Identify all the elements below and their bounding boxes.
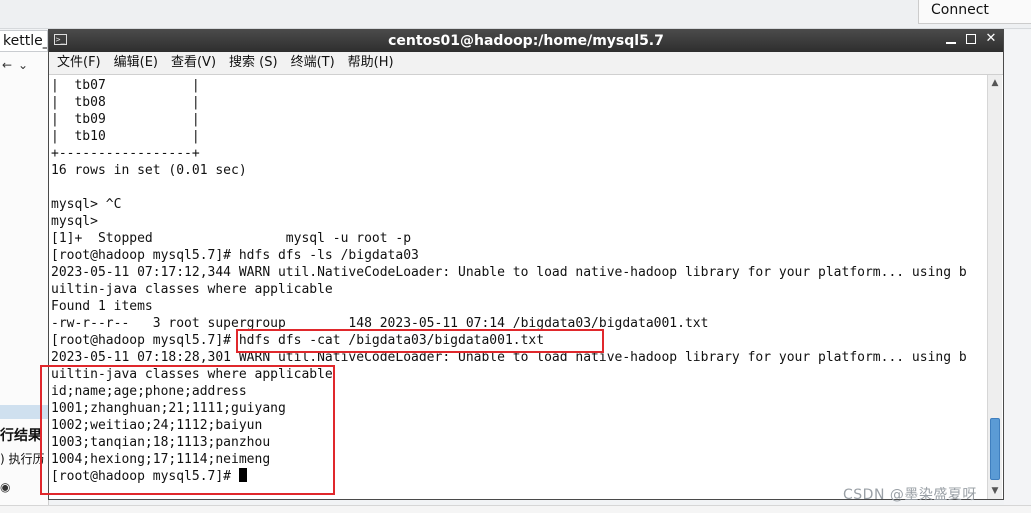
window-controls: ✕ xyxy=(945,32,997,46)
menu-search[interactable]: 搜索 (S) xyxy=(224,52,283,74)
terminal-line: id;name;age;phone;address xyxy=(51,384,247,399)
maximize-icon[interactable] xyxy=(965,32,977,46)
background-tab-kettle[interactable]: kettle_ xyxy=(0,30,48,52)
terminal-line: 2023-05-11 07:18:28,301 WARN util.Native… xyxy=(51,350,967,365)
terminal-line: [1]+ Stopped mysql -u root -p xyxy=(51,231,412,246)
terminal-line: mysql> xyxy=(51,214,98,229)
terminal-scrollbar[interactable]: ▲ ▼ xyxy=(987,75,1002,499)
terminal-line: Found 1 items xyxy=(51,299,153,314)
menu-edit[interactable]: 编辑(E) xyxy=(109,52,163,74)
menu-view[interactable]: 查看(V) xyxy=(166,52,221,74)
terminal-line: | tb08 | xyxy=(51,95,200,110)
eye-icon[interactable]: ◉ xyxy=(0,480,10,494)
menu-help[interactable]: 帮助(H) xyxy=(343,52,399,74)
menu-file[interactable]: 文件(F) xyxy=(52,52,106,74)
connect-button[interactable]: Connect xyxy=(918,0,1031,24)
arrow-left-icon[interactable]: ← xyxy=(2,58,12,72)
menu-bar: 文件(F) 编辑(E) 查看(V) 搜索 (S) 终端(T) 帮助(H) xyxy=(49,52,1003,75)
watermark-text: CSDN @墨染盛夏呀 xyxy=(843,487,977,503)
terminal-line: 1003;tanqian;18;1113;panzhou xyxy=(51,435,271,450)
background-right-strip xyxy=(1004,30,1031,505)
terminal-window: >_ centos01@hadoop:/home/mysql5.7 ✕ 文件(F… xyxy=(40,29,1004,500)
terminal-line: mysql> ^C xyxy=(51,197,122,212)
close-icon[interactable]: ✕ xyxy=(985,32,997,46)
chevron-down-icon[interactable]: ⌄ xyxy=(18,58,28,72)
terminal-line: | tb10 | xyxy=(51,129,200,144)
background-history-tab[interactable]: ) 执行历 xyxy=(0,450,45,467)
terminal-line: -rw-r--r-- 3 root supergroup 148 2023-05… xyxy=(51,316,709,331)
terminal-line: 2023-05-11 07:17:12,344 WARN util.Native… xyxy=(51,265,967,280)
menu-terminal[interactable]: 终端(T) xyxy=(286,52,340,74)
terminal-titlebar[interactable]: >_ centos01@hadoop:/home/mysql5.7 ✕ xyxy=(49,30,1003,52)
text-cursor xyxy=(238,468,247,482)
terminal-line: 1002;weitiao;24;1112;baiyun xyxy=(51,418,263,433)
terminal-output[interactable]: | tb07 | | tb08 | | tb09 | | tb10 | +---… xyxy=(49,75,985,499)
terminal-line: +-----------------+ xyxy=(51,146,200,161)
scroll-up-icon[interactable]: ▲ xyxy=(988,76,1002,90)
terminal-prompt-line[interactable]: [root@hadoop mysql5.7]# xyxy=(51,468,247,485)
terminal-line: [root@hadoop mysql5.7]# hdfs dfs -cat /b… xyxy=(51,333,545,348)
background-panel-header xyxy=(0,405,48,419)
background-result-label: 行结果 xyxy=(0,428,42,444)
terminal-line: [root@hadoop mysql5.7]# hdfs dfs -ls /bi… xyxy=(51,248,419,263)
terminal-line: 16 rows in set (0.01 sec) xyxy=(51,163,247,178)
window-title: centos01@hadoop:/home/mysql5.7 xyxy=(388,33,664,49)
scroll-thumb[interactable] xyxy=(990,418,1000,480)
terminal-line: 1001;zhanghuan;21;1111;guiyang xyxy=(51,401,286,416)
minimize-icon[interactable] xyxy=(945,32,957,46)
terminal-line: uiltin-java classes where applicable xyxy=(51,282,333,297)
prompt-text: [root@hadoop mysql5.7]# xyxy=(51,469,239,484)
terminal-line: | tb07 | xyxy=(51,78,200,93)
terminal-line: | tb09 | xyxy=(51,112,200,127)
scroll-down-icon[interactable]: ▼ xyxy=(988,484,1002,498)
background-top-strip xyxy=(0,0,1031,29)
terminal-line: 1004;hexiong;17;1114;neimeng xyxy=(51,452,271,467)
terminal-line: uiltin-java classes where applicable xyxy=(51,367,333,382)
